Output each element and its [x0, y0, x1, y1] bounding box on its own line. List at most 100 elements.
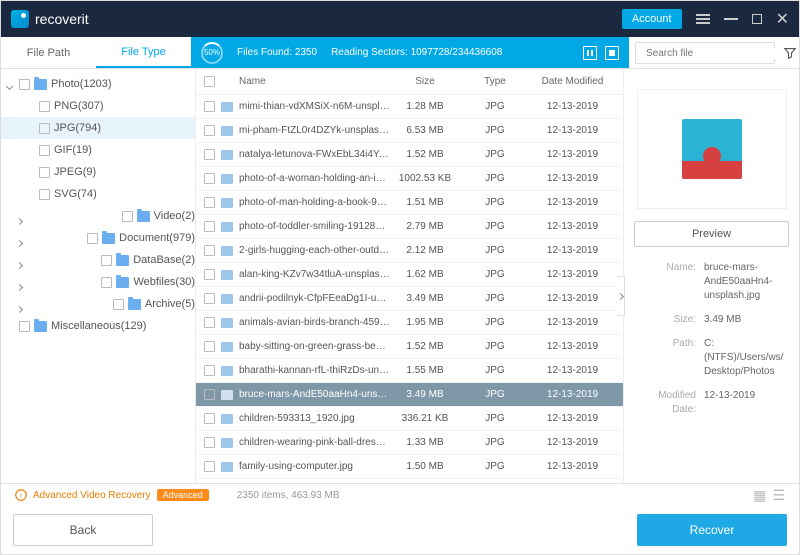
- row-checkbox[interactable]: [204, 389, 215, 400]
- table-row[interactable]: photo-of-a-woman-holding-an-ipad-7...100…: [196, 167, 623, 191]
- file-icon: [221, 342, 233, 352]
- table-row[interactable]: animals-avian-birds-branch-459326.j...1.…: [196, 311, 623, 335]
- row-checkbox[interactable]: [204, 221, 215, 232]
- row-checkbox[interactable]: [204, 341, 215, 352]
- tree-misc[interactable]: Miscellaneous(129): [1, 315, 195, 337]
- tree-webfiles[interactable]: Webfiles(30): [1, 271, 195, 293]
- file-date: 12-13-2019: [530, 293, 615, 304]
- row-checkbox[interactable]: [204, 293, 215, 304]
- row-checkbox[interactable]: [204, 413, 215, 424]
- file-type: JPG: [460, 197, 530, 208]
- preview-button[interactable]: Preview: [634, 221, 789, 247]
- menu-icon[interactable]: [696, 14, 710, 24]
- file-icon: [221, 318, 233, 328]
- table-row[interactable]: andrii-podilnyk-CfpFEeaDg1I-unsplas...3.…: [196, 287, 623, 311]
- tree-misc-label: Miscellaneous(129): [51, 320, 146, 332]
- tree-png[interactable]: PNG(307): [1, 95, 195, 117]
- row-checkbox[interactable]: [204, 437, 215, 448]
- file-name: natalya-letunova-FWxEbL34i4Y-unspl...: [239, 149, 390, 160]
- search-box[interactable]: [635, 42, 775, 64]
- table-row[interactable]: baby-sitting-on-green-grass-beside-...1.…: [196, 335, 623, 359]
- thumbnail-image: [682, 119, 742, 179]
- row-checkbox[interactable]: [204, 197, 215, 208]
- table-row[interactable]: bharathi-kannan-rfL-thiRzDs-unsplas...1.…: [196, 359, 623, 383]
- close-icon[interactable]: ✕: [776, 9, 789, 29]
- tab-file-path[interactable]: File Path: [1, 37, 96, 68]
- file-icon: [221, 366, 233, 376]
- table-row[interactable]: children-wearing-pink-ball-dress-360...1…: [196, 431, 623, 455]
- file-size: 1.95 MB: [390, 317, 460, 328]
- file-rows[interactable]: mimi-thian-vdXMSiX-n6M-unsplash.jpg1.28 …: [196, 95, 623, 483]
- table-row[interactable]: mi-pham-FtZL0r4DZYk-unsplash.jpg6.53 MBJ…: [196, 119, 623, 143]
- file-size: 1.33 MB: [390, 437, 460, 448]
- file-size: 3.49 MB: [390, 293, 460, 304]
- row-checkbox[interactable]: [204, 101, 215, 112]
- file-type: JPG: [460, 269, 530, 280]
- tree-jpg[interactable]: JPG(794): [1, 117, 195, 139]
- tree-gif[interactable]: GIF(19): [1, 139, 195, 161]
- panel-collapse-handle[interactable]: [617, 276, 625, 316]
- preview-panel: Preview Name:bruce-mars-AndE50aaHn4-unsp…: [624, 69, 799, 483]
- file-type: JPG: [460, 101, 530, 112]
- file-date: 12-13-2019: [530, 461, 615, 472]
- pause-scan-button[interactable]: [583, 46, 597, 60]
- account-button[interactable]: Account: [622, 9, 682, 29]
- table-row[interactable]: alan-king-KZv7w34tluA-unsplash.jpg1.62 M…: [196, 263, 623, 287]
- file-date: 12-13-2019: [530, 341, 615, 352]
- logo-icon: [11, 10, 29, 28]
- file-icon: [221, 246, 233, 256]
- file-date: 12-13-2019: [530, 317, 615, 328]
- table-row[interactable]: 2-girls-hugging-each-other-outdoor-...2.…: [196, 239, 623, 263]
- row-checkbox[interactable]: [204, 149, 215, 160]
- search-input[interactable]: [646, 48, 778, 59]
- detail-size-value: 3.49 MB: [704, 313, 789, 327]
- row-checkbox[interactable]: [204, 365, 215, 376]
- table-row[interactable]: gary-bendig-6GMq7AGxNbE-unsplas...2.76 M…: [196, 479, 623, 483]
- table-row[interactable]: natalya-letunova-FWxEbL34i4Y-unspl...1.5…: [196, 143, 623, 167]
- reading-label: Reading Sectors:: [331, 47, 408, 58]
- stop-scan-button[interactable]: [605, 46, 619, 60]
- col-type[interactable]: Type: [460, 76, 530, 87]
- file-type: JPG: [460, 221, 530, 232]
- row-checkbox[interactable]: [204, 317, 215, 328]
- file-date: 12-13-2019: [530, 125, 615, 136]
- tree-svg[interactable]: SVG(74): [1, 183, 195, 205]
- category-tree: Photo(1203) PNG(307) JPG(794) GIF(19) JP…: [1, 69, 196, 483]
- grid-view-icon[interactable]: ▦: [753, 487, 766, 504]
- file-type: JPG: [460, 173, 530, 184]
- select-all-checkbox[interactable]: [204, 76, 215, 87]
- svg-text:i: i: [20, 492, 22, 499]
- table-row[interactable]: bruce-mars-AndE50aaHn4-unsplash....3.49 …: [196, 383, 623, 407]
- filter-icon[interactable]: [781, 37, 799, 68]
- col-date[interactable]: Date Modified: [530, 76, 615, 87]
- tree-video[interactable]: Video(2): [1, 205, 195, 227]
- tree-jpeg[interactable]: JPEG(9): [1, 161, 195, 183]
- row-checkbox[interactable]: [204, 173, 215, 184]
- back-button[interactable]: Back: [13, 514, 153, 546]
- tree-database[interactable]: DataBase(2): [1, 249, 195, 271]
- file-type: JPG: [460, 245, 530, 256]
- maximize-icon[interactable]: [752, 14, 762, 24]
- footer: i Advanced Video Recovery Advanced 2350 …: [1, 483, 799, 554]
- file-date: 12-13-2019: [530, 413, 615, 424]
- table-row[interactable]: photo-of-toddler-smiling-1912868.jpg2.79…: [196, 215, 623, 239]
- tree-archive[interactable]: Archive(5): [1, 293, 195, 315]
- row-checkbox[interactable]: [204, 245, 215, 256]
- recover-button[interactable]: Recover: [637, 514, 787, 546]
- table-row[interactable]: mimi-thian-vdXMSiX-n6M-unsplash.jpg1.28 …: [196, 95, 623, 119]
- list-view-icon[interactable]: ☰: [772, 487, 785, 504]
- tree-document[interactable]: Document(979): [1, 227, 195, 249]
- minimize-icon[interactable]: [724, 18, 738, 20]
- table-row[interactable]: family-using-computer.jpg1.50 MBJPG12-13…: [196, 455, 623, 479]
- table-row[interactable]: photo-of-man-holding-a-book-92702...1.51…: [196, 191, 623, 215]
- file-size: 1.28 MB: [390, 101, 460, 112]
- col-size[interactable]: Size: [390, 76, 460, 87]
- tab-file-type[interactable]: File Type: [96, 37, 191, 68]
- row-checkbox[interactable]: [204, 461, 215, 472]
- row-checkbox[interactable]: [204, 269, 215, 280]
- row-checkbox[interactable]: [204, 125, 215, 136]
- advanced-video-recovery[interactable]: i Advanced Video Recovery Advanced: [15, 489, 209, 501]
- table-row[interactable]: children-593313_1920.jpg336.21 KBJPG12-1…: [196, 407, 623, 431]
- tree-photo[interactable]: Photo(1203): [1, 73, 195, 95]
- col-name[interactable]: Name: [221, 76, 390, 87]
